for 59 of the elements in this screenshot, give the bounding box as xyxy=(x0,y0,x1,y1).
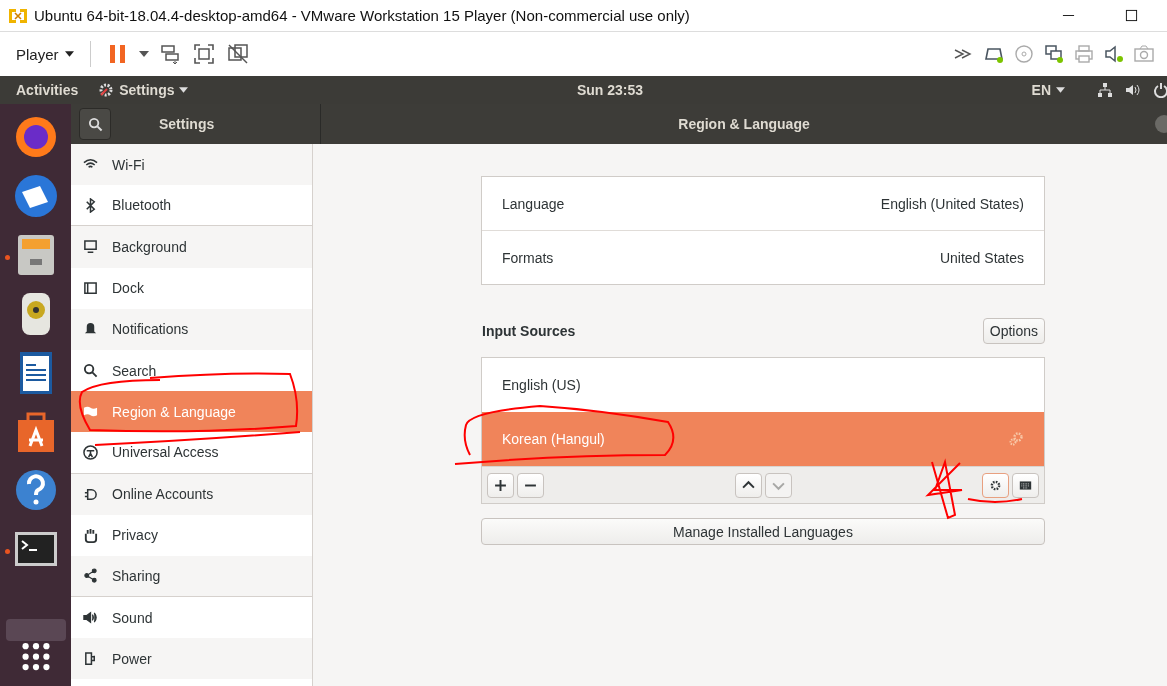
caret-icon xyxy=(179,87,189,93)
caret-icon[interactable] xyxy=(138,51,149,57)
plus-icon xyxy=(494,478,507,492)
window-title: Ubuntu 64-bit-18.04.4-desktop-amd64 - VMware Workstation 15 Player (Non-commercial use only) xyxy=(34,7,690,24)
caret-icon xyxy=(1056,87,1065,93)
plug-icon xyxy=(83,486,98,502)
search-icon xyxy=(87,116,103,132)
settings-row[interactable]: Formats United States xyxy=(482,230,1044,284)
sidebar-item[interactable]: Wi-Fi xyxy=(71,144,312,186)
running-indicator xyxy=(5,548,10,554)
underline-scribble xyxy=(967,498,1023,503)
star-scribble xyxy=(925,458,963,520)
settings-button[interactable] xyxy=(982,472,1009,498)
gear-icon xyxy=(989,478,1002,492)
maximize-button[interactable] xyxy=(1125,9,1138,22)
search-icon xyxy=(83,363,98,379)
sidebar-item[interactable]: Sharing xyxy=(71,555,312,598)
keyboard-layout-menu[interactable]: EN xyxy=(1031,82,1065,98)
fullscreen-icon[interactable] xyxy=(192,43,215,65)
setting-value: English (United States) xyxy=(880,195,1024,212)
network-icon[interactable] xyxy=(1097,82,1113,98)
bluetooth-icon xyxy=(83,197,98,213)
setting-label: Formats xyxy=(502,249,554,266)
activities-button[interactable]: Activities xyxy=(16,82,79,98)
add-button[interactable] xyxy=(487,472,514,498)
speaker-icon xyxy=(83,610,98,626)
sidebar-item[interactable]: Background xyxy=(71,226,312,268)
gear-icon xyxy=(98,82,115,98)
volume-icon[interactable] xyxy=(1125,82,1141,98)
unity-mode-icon[interactable] xyxy=(226,43,249,65)
sidebar-item[interactable]: Online Accounts xyxy=(71,473,312,515)
share-icon xyxy=(83,568,98,584)
network-adapter-icon[interactable] xyxy=(1043,43,1065,65)
hand-icon xyxy=(83,527,98,543)
manage-languages-button[interactable]: Manage Installed Languages xyxy=(481,518,1045,545)
move-up-button[interactable] xyxy=(734,472,762,498)
keyboard-button[interactable] xyxy=(1012,472,1039,498)
monitor-icon xyxy=(83,239,98,255)
dock-icon xyxy=(83,280,98,296)
input-source-row[interactable]: English (US) xyxy=(482,358,1044,412)
speaker-icon[interactable] xyxy=(1103,43,1125,65)
section-title: Input Sources xyxy=(481,323,576,339)
sidebar-item[interactable]: Power xyxy=(71,638,312,680)
player-menu[interactable]: Player xyxy=(10,41,80,67)
accessibility-icon xyxy=(83,444,98,460)
search-button[interactable] xyxy=(79,108,111,140)
panel-title: Region & Language xyxy=(678,116,810,132)
setting-value: United States xyxy=(939,249,1024,266)
settings-app-menu[interactable]: Settings xyxy=(98,82,189,98)
caret-icon xyxy=(64,51,74,57)
settings-row[interactable]: Language English (United States) xyxy=(482,177,1044,230)
keyboard-icon xyxy=(1019,478,1032,492)
setting-label: Language xyxy=(502,195,565,212)
clock[interactable]: Sun 23:53 xyxy=(576,82,644,98)
sidebar-title: Settings xyxy=(159,116,215,132)
send-keys-icon[interactable] xyxy=(158,43,181,65)
sidebar-item[interactable]: Notifications xyxy=(71,308,312,350)
running-indicator xyxy=(5,254,10,260)
options-button[interactable]: Options xyxy=(982,318,1045,344)
